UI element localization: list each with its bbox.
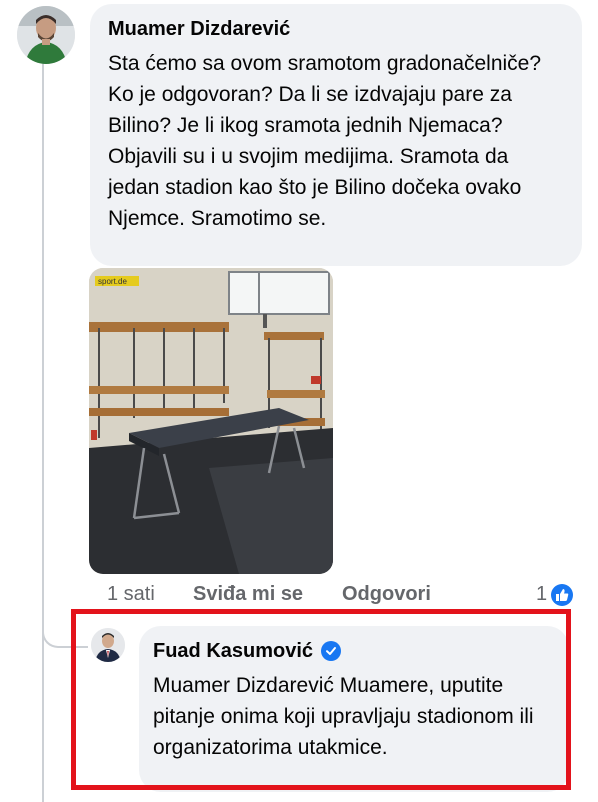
- reply-author[interactable]: Fuad Kasumović: [153, 638, 313, 664]
- photo-watermark: sport.de: [98, 277, 127, 286]
- reply-bubble: Fuad Kasumović Muamer Dizdarević Muamere…: [139, 626, 569, 792]
- reaction-count-value: 1: [536, 583, 548, 605]
- verified-badge-icon: [321, 641, 342, 661]
- comment-author[interactable]: Muamer Dizdarević: [108, 16, 564, 42]
- reaction-count[interactable]: 1: [536, 583, 574, 606]
- reply-author-row: Fuad Kasumović: [153, 638, 555, 664]
- commenter-avatar[interactable]: [17, 6, 75, 64]
- thread-line: [42, 62, 44, 802]
- reply-text: Muamer Dizdarević Muamere, uputite pitan…: [153, 674, 534, 759]
- comment-text: Sta ćemo sa ovom sramotom gradonačelniče…: [108, 52, 542, 230]
- reply-connector: [42, 598, 88, 648]
- like-button[interactable]: Sviđa mi se: [193, 583, 303, 606]
- reply-author-avatar[interactable]: [91, 628, 125, 662]
- comment-bubble: Muamer Dizdarević Sta ćemo sa ovom sramo…: [90, 4, 582, 266]
- comment-photo[interactable]: sport.de: [89, 268, 333, 574]
- reply-button[interactable]: Odgovori: [342, 583, 431, 606]
- comment-timestamp[interactable]: 1 sati: [107, 583, 155, 606]
- like-reaction-icon: [551, 583, 574, 606]
